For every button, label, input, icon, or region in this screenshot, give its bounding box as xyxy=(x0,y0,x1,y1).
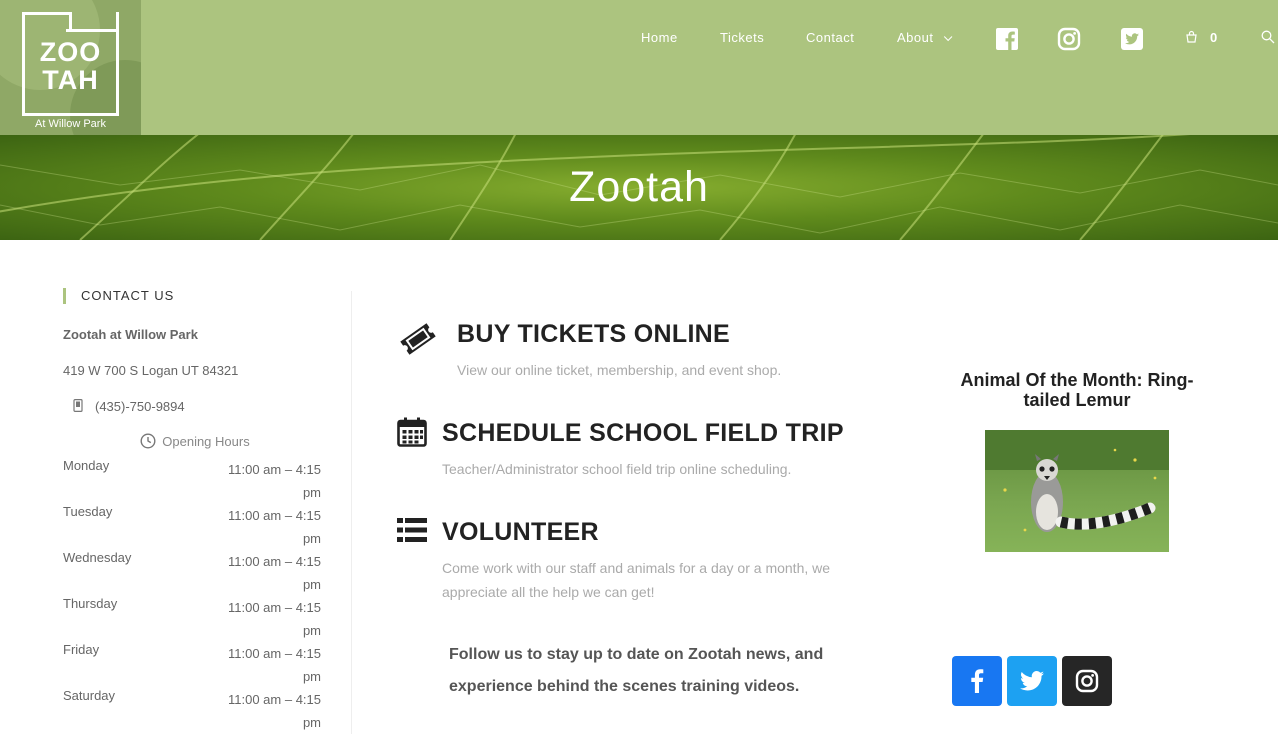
volunteer-link[interactable]: VOLUNTEER xyxy=(442,518,599,547)
hours-time: 11:00 am – 4:15 pm xyxy=(228,508,321,546)
opening-hours-text: Opening Hours xyxy=(162,434,250,449)
hours-day: Thursday xyxy=(63,596,118,611)
logo-line-1: ZOO xyxy=(39,37,102,67)
nav-tickets[interactable]: Tickets xyxy=(720,30,764,45)
hours-row: Thursday 11:00 am – 4:15 pm xyxy=(63,596,321,642)
logo-subtitle: At Willow Park xyxy=(35,118,106,130)
volunteer-description: Come work with our staff and animals for… xyxy=(442,560,831,600)
search-icon[interactable] xyxy=(1261,30,1275,49)
hours-day: Saturday xyxy=(63,688,116,703)
calendar-icon[interactable] xyxy=(397,417,427,452)
contact-phone[interactable]: (435)-750-9894 xyxy=(95,399,185,414)
hours-day: Monday xyxy=(63,458,110,473)
instagram-icon[interactable] xyxy=(1057,27,1081,51)
hours-day: Wednesday xyxy=(63,550,132,565)
facebook-icon[interactable] xyxy=(995,27,1019,51)
buy-tickets-description: View our online ticket, membership, and … xyxy=(457,362,782,378)
follow-us-text: Follow us to stay up to date on Zootah n… xyxy=(449,646,824,695)
lemur-photo[interactable] xyxy=(985,430,1169,552)
field-trip-description: Teacher/Administrator school field trip … xyxy=(442,461,792,477)
facebook-button[interactable] xyxy=(952,656,1002,706)
hours-row: Monday 11:00 am – 4:15 pm xyxy=(63,458,321,504)
sidebar-heading: CONTACT US xyxy=(63,288,174,304)
field-trip-link[interactable]: SCHEDULE SCHOOL FIELD TRIP xyxy=(442,419,844,448)
hours-time: 11:00 am – 4:15 pm xyxy=(228,554,321,592)
clock-icon xyxy=(140,433,156,452)
lemur-illustration xyxy=(985,430,1169,532)
list-icon[interactable] xyxy=(397,518,427,547)
nav-about-label: About xyxy=(897,30,934,45)
twitter-button[interactable] xyxy=(1007,656,1057,706)
opening-hours-label: Opening Hours xyxy=(63,433,327,452)
animal-of-month-title: Animal Of the Month: Ring-tailed Lemur xyxy=(960,370,1194,410)
hours-row: Wednesday 11:00 am – 4:15 pm xyxy=(63,550,321,596)
nav-about[interactable]: About xyxy=(897,30,953,45)
hours-row: Saturday 11:00 am – 4:15 pm xyxy=(63,688,321,734)
site-logo[interactable]: ZOO TAH At Willow Park xyxy=(0,0,141,135)
logo-line-2: TAH xyxy=(42,65,99,95)
chevron-down-icon xyxy=(944,32,953,42)
hours-time: 11:00 am – 4:15 pm xyxy=(228,600,321,638)
twitter-icon xyxy=(1020,671,1044,691)
page-title: Zootah xyxy=(569,163,709,211)
hours-time: 11:00 am – 4:15 pm xyxy=(228,692,321,730)
hours-row: Tuesday 11:00 am – 4:15 pm xyxy=(63,504,321,550)
phone-icon xyxy=(73,399,83,415)
hours-day: Tuesday xyxy=(63,504,113,519)
cart-icon[interactable] xyxy=(1185,30,1198,48)
hours-day: Friday xyxy=(63,642,100,657)
facebook-icon xyxy=(971,669,984,693)
logo-outline-notch xyxy=(66,29,119,32)
nav-home[interactable]: Home xyxy=(641,30,678,45)
instagram-icon xyxy=(1075,669,1099,693)
twitter-icon[interactable] xyxy=(1120,27,1144,51)
hours-time: 11:00 am – 4:15 pm xyxy=(228,646,321,684)
contact-phone-row[interactable]: (435)-750-9894 xyxy=(63,399,185,415)
site-header: ZOO TAH At Willow Park Home Tickets Cont… xyxy=(0,0,1278,135)
hours-row: Friday 11:00 am – 4:15 pm xyxy=(63,642,321,688)
ticket-icon[interactable] xyxy=(397,318,439,365)
nav-contact[interactable]: Contact xyxy=(806,30,854,45)
hours-time: 11:00 am – 4:15 pm xyxy=(228,462,321,500)
sidebar-divider xyxy=(351,291,352,734)
logo-wordmark: ZOO TAH xyxy=(22,38,119,94)
instagram-button[interactable] xyxy=(1062,656,1112,706)
hero-banner: Zootah xyxy=(0,135,1278,240)
contact-address: 419 W 700 S Logan UT 84321 xyxy=(63,363,239,378)
buy-tickets-link[interactable]: BUY TICKETS ONLINE xyxy=(457,320,730,349)
cart-count[interactable]: 0 xyxy=(1210,30,1217,45)
contact-name: Zootah at Willow Park xyxy=(63,327,198,342)
